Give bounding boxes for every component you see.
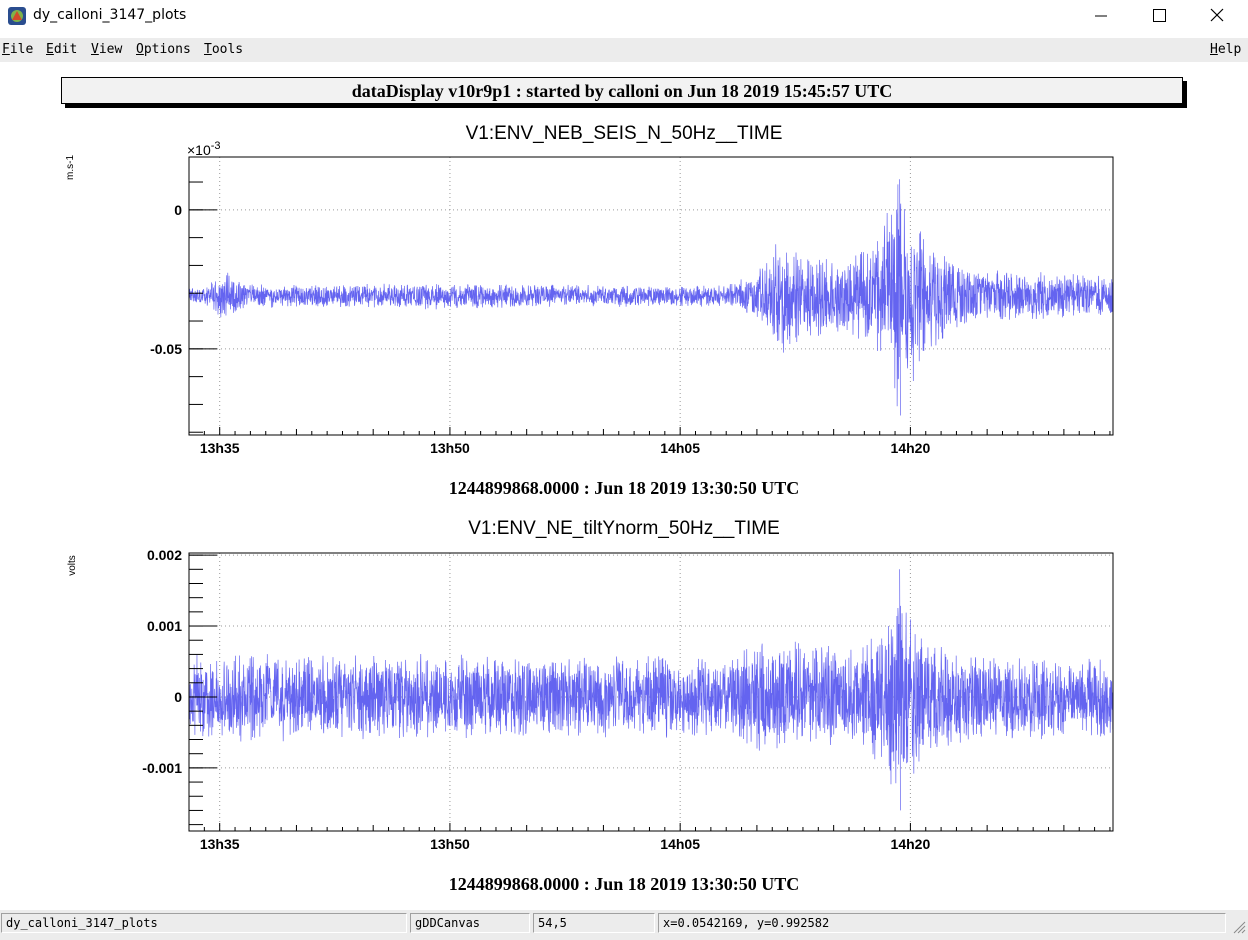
- x-tick-label: 13h50: [430, 440, 470, 456]
- status-coords: x=0.0542169, y=0.992582: [658, 913, 1226, 933]
- y-tick-label: 0: [174, 689, 182, 705]
- x-tick-label: 13h35: [200, 440, 240, 456]
- menu-options[interactable]: Options: [136, 42, 191, 57]
- status-bar: dy_calloni_3147_plots gDDCanvas 54,5 x=0…: [0, 910, 1248, 940]
- menu-file[interactable]: File: [2, 42, 33, 57]
- y-tick-label: -0.05: [150, 341, 182, 357]
- plot2-time-label: 1244899868.0000 : Jun 18 2019 13:30:50 U…: [448, 874, 800, 894]
- menu-help[interactable]: Help: [1210, 42, 1241, 57]
- status-canvas-name: dy_calloni_3147_plots: [1, 913, 407, 933]
- x-tick-label: 13h50: [430, 836, 470, 852]
- maximize-icon: [1153, 9, 1166, 22]
- close-icon: [1210, 8, 1224, 22]
- x-tick-label: 13h35: [200, 836, 240, 852]
- x-tick-label: 14h20: [891, 440, 931, 456]
- status-object: gDDCanvas: [410, 913, 530, 933]
- series-trace: [188, 179, 1114, 416]
- window-title-bar: dy_calloni_3147_plots: [0, 0, 1248, 32]
- menu-edit[interactable]: Edit: [46, 42, 77, 57]
- minimize-icon: [1095, 15, 1107, 17]
- menu-view[interactable]: View: [91, 42, 122, 57]
- window-title: dy_calloni_3147_plots: [33, 7, 187, 23]
- canvas-header-box: dataDisplay v10r9p1 : started by calloni…: [61, 77, 1183, 104]
- y-tick-label: 0.002: [147, 547, 182, 563]
- series-trace: [188, 569, 1114, 811]
- plot2-chart[interactable]: 0.002 0.001 0 -0.001 13h35 13h50 14h05 14h20: [0, 536, 1248, 856]
- plot1-time-label: 1244899868.0000 : Jun 18 2019 13:30:50 U…: [448, 478, 800, 498]
- x-tick-label: 14h20: [891, 836, 931, 852]
- close-button[interactable]: [1188, 0, 1246, 32]
- maximize-button[interactable]: [1130, 0, 1188, 32]
- y-tick-label: 0.001: [147, 618, 182, 634]
- y-tick-label: 0: [174, 202, 182, 218]
- x-tick-label: 14h05: [660, 836, 700, 852]
- y-tick-label: -0.001: [142, 760, 182, 776]
- resize-grip-icon[interactable]: [1230, 918, 1246, 934]
- root-app-icon: [8, 7, 26, 25]
- minimize-button[interactable]: [1072, 0, 1130, 32]
- status-pixel: 54,5: [533, 913, 655, 933]
- menu-bar: File Edit View Options Tools Help: [0, 38, 1248, 62]
- plot1-chart[interactable]: 0 -0.05 13h35 13h50 14h05 14h20 ×10-3: [0, 140, 1248, 460]
- y-exponent-label: ×10-3: [187, 140, 221, 158]
- canvas-header: dataDisplay v10r9p1 : started by calloni…: [351, 81, 893, 101]
- x-tick-label: 14h05: [660, 440, 700, 456]
- plot-canvas[interactable]: dataDisplay v10r9p1 : started by calloni…: [0, 64, 1248, 910]
- menu-tools[interactable]: Tools: [204, 42, 243, 57]
